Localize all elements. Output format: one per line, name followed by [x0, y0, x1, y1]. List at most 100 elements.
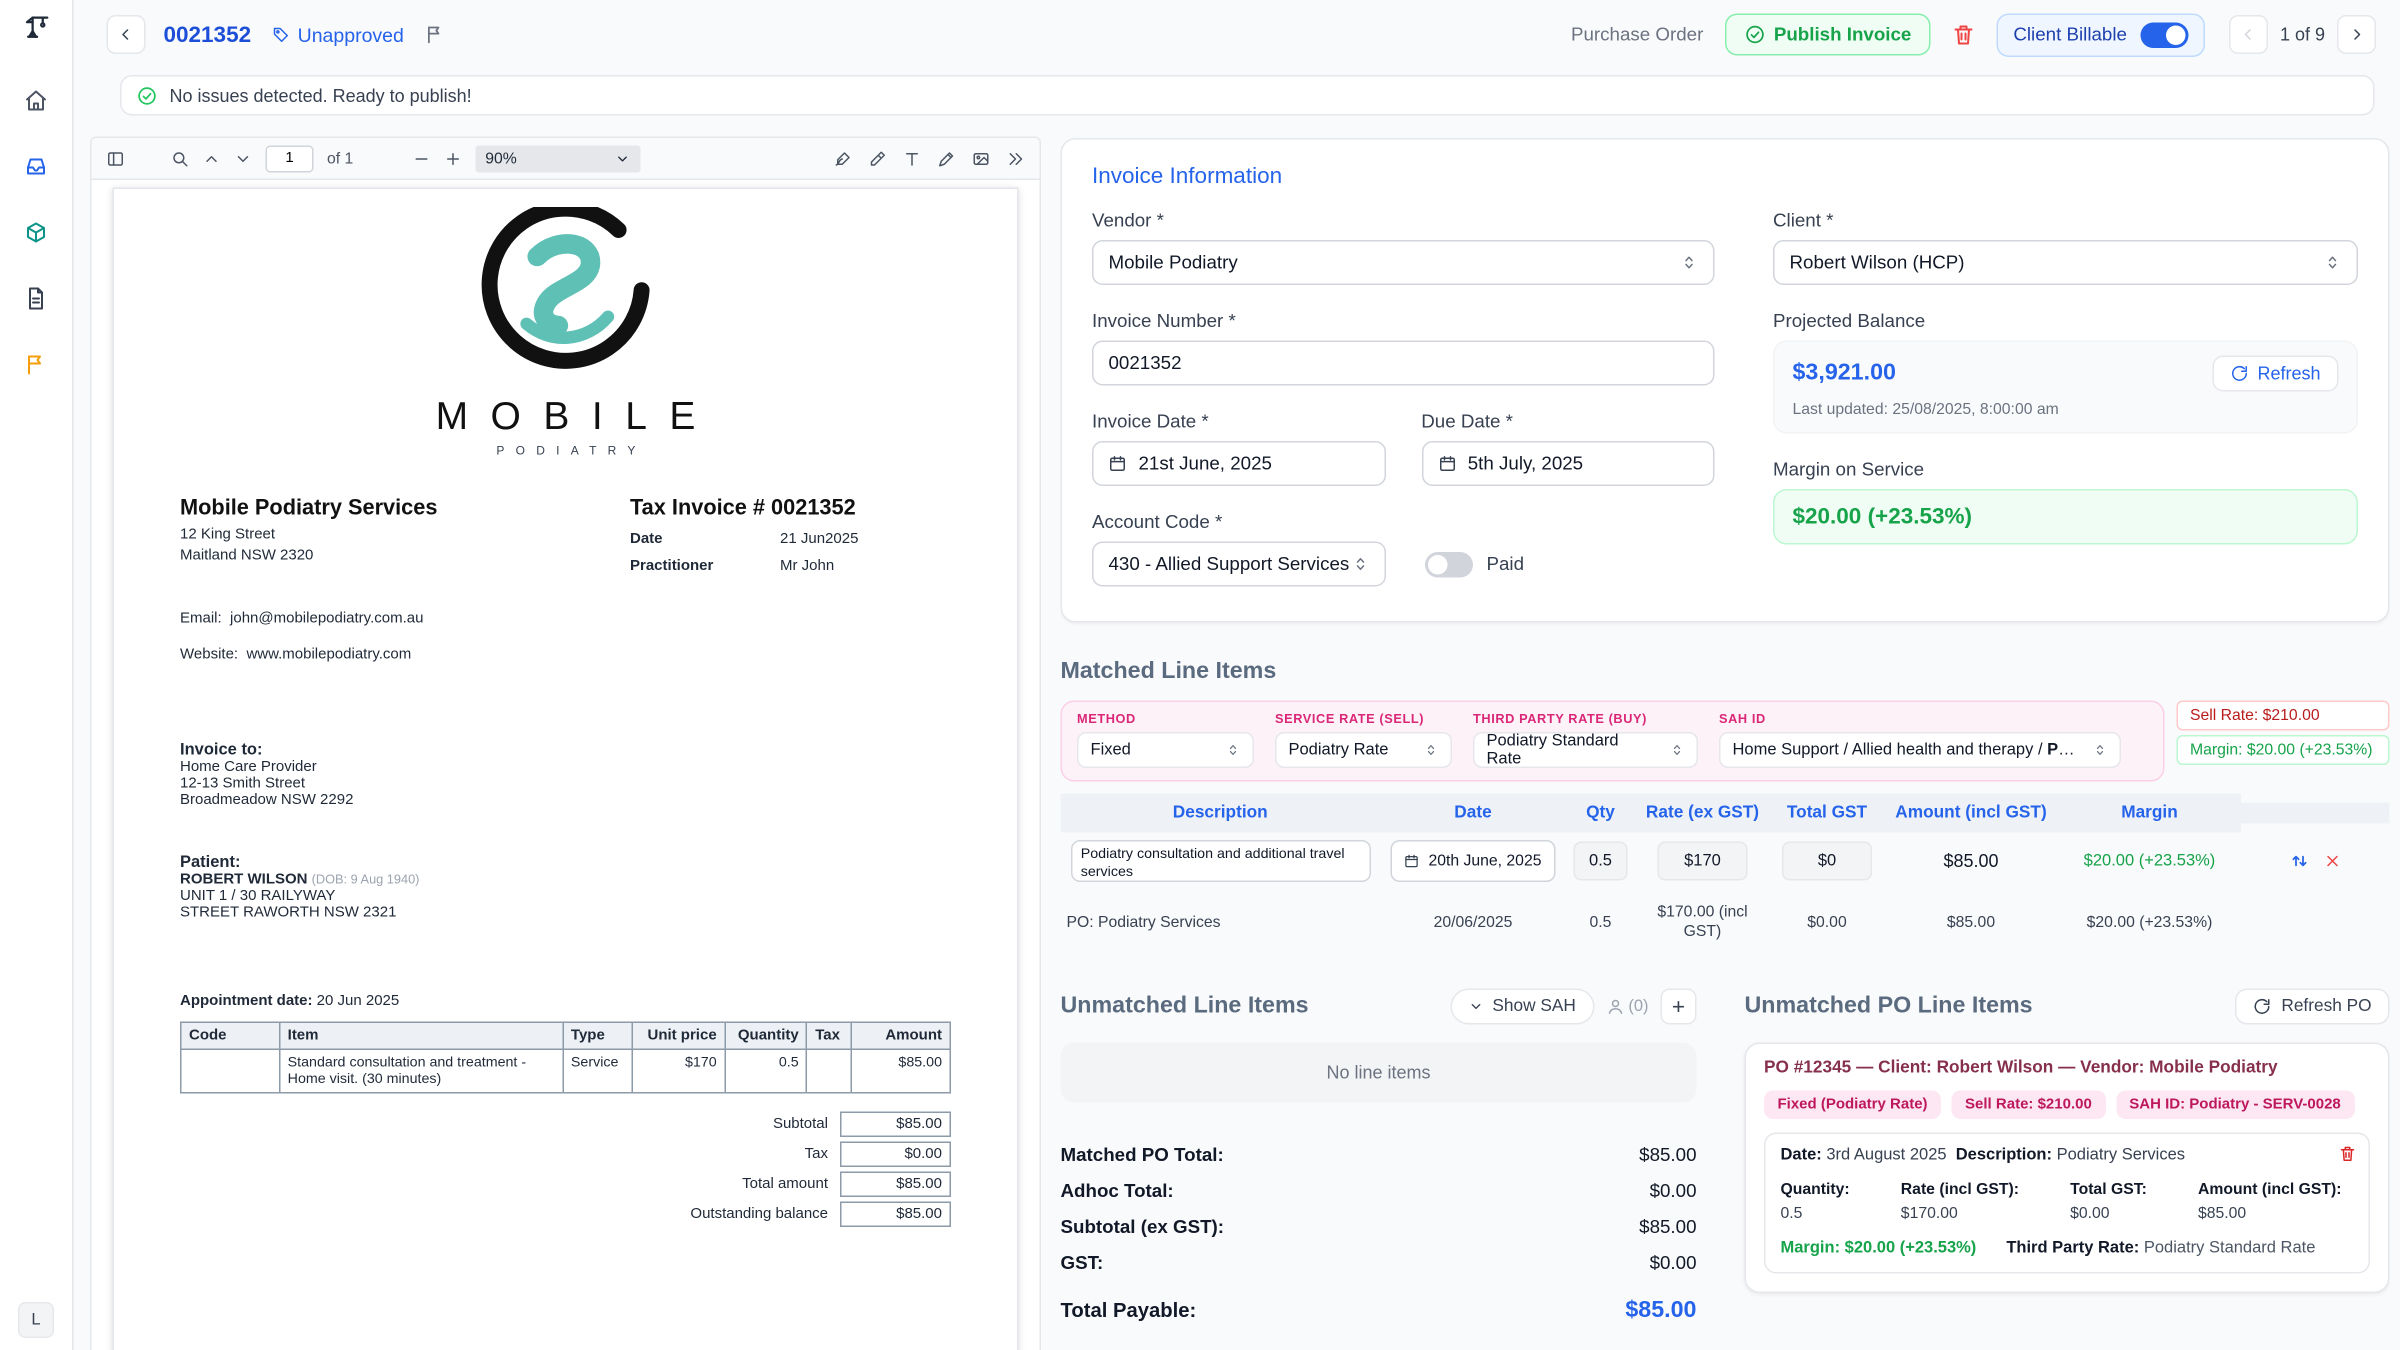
pdf-image-tool-button[interactable]: [972, 149, 990, 167]
po-field-rate: Rate (incl GST): $170.00: [1901, 1181, 2019, 1223]
prev-invoice-button[interactable]: [2229, 15, 2268, 54]
total-row-total-amount: Total amount $85.00: [180, 1172, 951, 1198]
person-icon: [1606, 998, 1624, 1016]
pdf-zoom-out-button[interactable]: [412, 149, 430, 167]
sidebar-item-documents[interactable]: [15, 278, 57, 320]
pdf-text-tool-button[interactable]: [903, 149, 921, 167]
last-updated-text: Last updated: 25/08/2025, 8:00:00 am: [1793, 401, 2339, 419]
description-textarea[interactable]: Podiatry consultation and additional tra…: [1070, 840, 1370, 882]
client-select[interactable]: Robert Wilson (HCP): [1773, 240, 2358, 285]
sah-id-select[interactable]: Home Support / Allied health and therapy…: [1719, 732, 2121, 768]
delete-invoice-button[interactable]: [1952, 23, 1976, 47]
delete-po-line-button[interactable]: [2339, 1145, 2357, 1163]
sah-id-label: SAH ID: [1719, 711, 2121, 726]
add-line-item-button[interactable]: +: [1661, 989, 1697, 1025]
invoice-header-columns: Mobile Podiatry Services 12 King Street …: [180, 497, 951, 575]
home-icon: [24, 89, 48, 113]
due-date-input[interactable]: 5th July, 2025: [1421, 441, 1714, 486]
projected-balance-value: $3,921.00: [1793, 360, 1896, 387]
account-code-field: Account Code * 430 - Allied Support Serv…: [1092, 512, 1715, 587]
status-label: Unapproved: [298, 23, 404, 46]
sidebar-item-flags[interactable]: [15, 344, 57, 386]
sidebar-item-inbox[interactable]: [15, 146, 57, 188]
service-rate-select[interactable]: Podiatry Rate: [1275, 732, 1452, 768]
col-tax: Tax: [807, 1022, 852, 1049]
pdf-scroll-area[interactable]: MOBILE PODIATRY Mobile Podiatry Services…: [92, 180, 1040, 1350]
method-select[interactable]: Fixed: [1077, 732, 1254, 768]
paid-toggle[interactable]: [1425, 551, 1473, 577]
pdf-page-total: of 1: [327, 149, 353, 167]
sidebar-item-home[interactable]: [15, 80, 57, 122]
vendor-logo: MOBILE PODIATRY: [180, 207, 951, 458]
app-root: L 0021352 Unapproved Purchase Order Publ…: [0, 0, 2400, 1350]
pdf-search-button[interactable]: [171, 149, 189, 167]
pdf-more-tools-button[interactable]: [1007, 149, 1025, 167]
back-button[interactable]: [107, 15, 146, 54]
third-party-rate-group: THIRD PARTY RATE (BUY) Podiatry Standard…: [1473, 711, 1698, 768]
publish-invoice-button[interactable]: Publish Invoice: [1724, 14, 1931, 56]
refresh-po-button[interactable]: Refresh PO: [2235, 989, 2390, 1025]
assignee-count-button[interactable]: (0): [1606, 998, 1649, 1016]
status-badge[interactable]: Unapproved: [272, 23, 404, 46]
pencil-icon: [938, 149, 956, 167]
po-line-footer: Margin: $20.00 (+23.53%) Third Party Rat…: [1781, 1239, 2354, 1257]
po-card-title: PO #12345 — Client: Robert Wilson — Vend…: [1764, 1059, 2370, 1077]
total-row-subtotal: Subtotal $85.00: [180, 1112, 951, 1138]
total-value: $0.00: [840, 1142, 951, 1168]
gst-input[interactable]: [1782, 842, 1872, 881]
flag-invoice-button[interactable]: [425, 24, 446, 45]
client-billable-toggle-pill[interactable]: Client Billable: [1997, 13, 2205, 57]
margin-chip: Margin: $20.00 (+23.53%): [2177, 735, 2390, 765]
invoice-date-row: Date 21 Jun2025: [630, 531, 858, 548]
po-field-gst: Total GST: $0.00: [2070, 1181, 2147, 1223]
invoice-number-input[interactable]: [1109, 353, 1699, 374]
rate-input[interactable]: [1658, 842, 1748, 881]
sidebar-item-packages[interactable]: [15, 212, 57, 254]
page-title-invoice-number[interactable]: 0021352: [164, 22, 252, 48]
patient-name: ROBERT WILSON: [180, 872, 308, 889]
vendor-label: Vendor *: [1092, 210, 1715, 231]
client-billable-toggle[interactable]: [2140, 22, 2188, 48]
sah-id-value-prefix: Home Support / Allied health and therapy…: [1733, 741, 2048, 759]
line-date-input[interactable]: 20th June, 2025: [1391, 840, 1555, 882]
show-sah-button[interactable]: Show SAH: [1450, 989, 1593, 1025]
method-group: METHOD Fixed: [1077, 711, 1254, 768]
assignee-count-label: (0): [1628, 998, 1648, 1016]
pdf-next-match-button[interactable]: [234, 149, 252, 167]
remove-line-button[interactable]: [2324, 852, 2342, 870]
third-party-rate-select[interactable]: Podiatry Standard Rate: [1473, 732, 1698, 768]
col-amount: Amount: [852, 1022, 951, 1049]
practitioner-value: Mr John: [780, 558, 834, 575]
next-invoice-button[interactable]: [2337, 15, 2376, 54]
user-avatar[interactable]: L: [18, 1302, 54, 1338]
swap-line-button[interactable]: [2289, 851, 2310, 872]
pdf-prev-match-button[interactable]: [203, 149, 221, 167]
vendor-address: 12 King Street Maitland NSW 2320: [180, 525, 630, 567]
pdf-draw-tool-button[interactable]: [938, 149, 956, 167]
pdf-signature-tool-button[interactable]: [834, 149, 852, 167]
qty-input[interactable]: [1574, 842, 1628, 881]
refresh-icon: [2253, 998, 2271, 1016]
account-code-select[interactable]: 430 - Allied Support Services: [1092, 542, 1386, 587]
info-left-column: Vendor * Mobile Podiatry Invoice Number …: [1092, 210, 1715, 612]
refresh-icon: [2230, 365, 2248, 383]
sell-rate-chip: Sell Rate: $210.00: [2177, 701, 2390, 731]
pdf-highlight-tool-button[interactable]: [869, 149, 887, 167]
pdf-zoom-in-button[interactable]: [443, 149, 461, 167]
invoice-date-input[interactable]: 21st June, 2025: [1092, 441, 1385, 486]
pdf-sidebar-toggle-button[interactable]: [107, 149, 125, 167]
field-value: $85.00: [2198, 1205, 2341, 1223]
select-chevrons-icon: [1670, 743, 1685, 758]
cell-unit-price: $170: [633, 1049, 725, 1093]
vendor-select[interactable]: Mobile Podiatry: [1092, 240, 1715, 285]
logo-subtitle: PODIATRY: [484, 444, 646, 458]
refresh-balance-button[interactable]: Refresh: [2212, 356, 2338, 392]
up-down-arrows-icon: [2289, 851, 2310, 872]
summary-row-subtotal: Subtotal (ex GST): $85.00: [1061, 1217, 1697, 1238]
date-label: Date: [630, 531, 780, 548]
pdf-page-input[interactable]: [266, 145, 314, 172]
pdf-zoom-select[interactable]: 90%: [475, 145, 640, 172]
summary-label: GST:: [1061, 1253, 1104, 1274]
app-logo-icon[interactable]: [23, 12, 50, 47]
select-chevrons-icon: [1424, 743, 1439, 758]
